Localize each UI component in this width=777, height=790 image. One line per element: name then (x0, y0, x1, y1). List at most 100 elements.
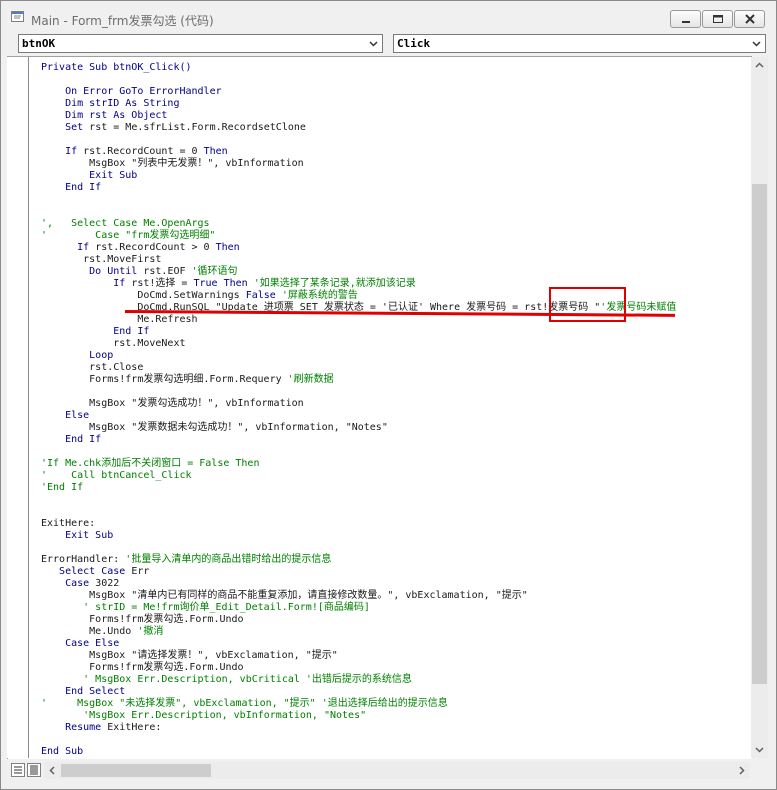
close-button[interactable] (734, 10, 765, 28)
code-token: rst.EOF (143, 266, 192, 277)
code-token: End If (41, 182, 102, 193)
code-line[interactable]: ErrorHandler: '批量导入清单内的商品出错时给出的提示信息 (41, 554, 331, 566)
object-combo[interactable]: btnOK (18, 34, 383, 53)
code-line[interactable]: 'MsgBox Err.Description, vbInformation, … (41, 710, 366, 722)
code-token: ' MsgBox "未选择发票", vbExclamation, "提示" '退… (41, 698, 448, 709)
code-line[interactable]: ExitHere: (41, 518, 95, 530)
horizontal-scroll-thumb[interactable] (61, 764, 211, 777)
code-token: rst.RecordCount > 0 (95, 242, 216, 253)
code-line[interactable]: Forms!frm发票勾选.Form.Undo (41, 662, 244, 674)
code-token: rst.MoveFirst (41, 254, 162, 265)
code-line[interactable]: Dim rst As Object (41, 110, 167, 122)
chevron-down-icon[interactable] (748, 35, 765, 52)
code-line[interactable]: Private Sub btnOK_Click() (41, 62, 192, 74)
code-line[interactable] (41, 506, 47, 518)
code-line[interactable] (41, 74, 47, 86)
code-line[interactable]: Me.Undo '撤消 (41, 626, 163, 638)
code-line[interactable]: Resume ExitHere: (41, 722, 161, 734)
code-line[interactable]: ' Call btnCancel_Click (41, 470, 192, 482)
code-line[interactable]: If rst.RecordCount = 0 Then (41, 146, 228, 158)
code-line[interactable]: DoCmd.SetWarnings False '屏蔽系统的警告 (41, 290, 358, 302)
minimize-button[interactable] (670, 10, 701, 28)
code-line[interactable]: ' Case "frm发票勾选明细" (41, 230, 215, 242)
full-module-view-icon[interactable] (27, 763, 41, 777)
code-line[interactable]: 'If Me.chk添加后不关闭窗口 = False Then (41, 458, 259, 470)
code-line[interactable]: If rst!选择 = True Then '如果选择了某条记录,就添加该记录 (41, 278, 416, 290)
code-line[interactable]: ' MsgBox "未选择发票", vbExclamation, "提示" '退… (41, 698, 448, 710)
code-token: 'If Me.chk添加后不关闭窗口 = False Then (41, 458, 260, 469)
code-token: ' MsgBox Err.Description, vbCritical '出错… (41, 674, 412, 685)
code-token: Forms!frm发票勾选明细.Form.Requery (41, 374, 288, 385)
code-line[interactable]: Dim strID As String (41, 98, 179, 110)
code-line[interactable]: End If (41, 434, 101, 446)
code-line[interactable]: MsgBox "发票勾选成功！", vbInformation (41, 398, 304, 410)
code-line[interactable]: Me.Refresh (41, 314, 197, 326)
code-line[interactable]: If rst.RecordCount > 0 Then (41, 242, 240, 254)
scroll-up-icon[interactable] (751, 57, 768, 74)
code-line[interactable]: Exit Sub (41, 170, 137, 182)
code-line[interactable]: MsgBox "清单内已有同样的商品不能重复添加，请直接修改数量。", vbEx… (41, 590, 528, 602)
code-line[interactable]: End If (41, 182, 101, 194)
code-line[interactable]: rst.Close (41, 362, 143, 374)
code-line[interactable] (41, 494, 47, 506)
vertical-scrollbar[interactable] (751, 57, 768, 758)
title-bar[interactable]: Main - Form_frm发票勾选 (代码) (1, 1, 776, 31)
object-combo-value: btnOK (22, 37, 56, 50)
code-line[interactable]: ' MsgBox Err.Description, vbCritical '出错… (41, 674, 412, 686)
code-line[interactable]: Else (41, 410, 89, 422)
chevron-down-icon[interactable] (365, 35, 382, 52)
vertical-scroll-thumb[interactable] (752, 184, 767, 684)
code-token: 'MsgBox Err.Description, vbInformation, … (41, 710, 367, 721)
code-line[interactable]: Loop (41, 350, 113, 362)
code-line[interactable]: rst.MoveNext (41, 338, 185, 350)
code-line[interactable]: Set rst = Me.sfrList.Form.RecordsetClone (41, 122, 306, 134)
code-token: MsgBox "列表中无发票！", vbInformation (41, 158, 304, 169)
code-line[interactable]: Forms!frm发票勾选.Form.Undo (41, 614, 243, 626)
code-token: End Select (41, 686, 126, 697)
code-line[interactable]: Exit Sub (41, 530, 113, 542)
code-line[interactable]: End Sub (41, 746, 83, 758)
procedure-combo[interactable]: Click (393, 34, 766, 53)
horizontal-scrollbar[interactable] (44, 762, 750, 779)
code-line[interactable]: Case Else (41, 638, 119, 650)
code-line[interactable]: 'End If (41, 482, 83, 494)
code-line[interactable] (41, 734, 47, 746)
code-line[interactable] (41, 446, 47, 458)
code-line[interactable] (41, 206, 47, 218)
code-token: ' strID = Me!frm询价单_Edit_Detail.Form![商品… (41, 602, 370, 613)
margin-indicator-bar[interactable] (7, 57, 29, 758)
code-line[interactable]: ', Select Case Me.OpenArgs (41, 218, 210, 230)
restore-button[interactable] (702, 10, 733, 28)
scroll-left-icon[interactable] (44, 762, 61, 779)
code-token: Private Sub btnOK_Click() (41, 62, 192, 73)
code-line[interactable]: End If (41, 326, 149, 338)
code-token: Do Until (41, 266, 144, 277)
code-line[interactable]: Do Until rst.EOF '循环语句 (41, 266, 237, 278)
code-line[interactable]: Forms!frm发票勾选明细.Form.Requery '刷新数据 (41, 374, 334, 386)
scroll-right-icon[interactable] (733, 762, 750, 779)
code-line[interactable]: Case 3022 (41, 578, 119, 590)
code-token: End If (41, 434, 102, 445)
code-line[interactable]: On Error GoTo ErrorHandler (41, 86, 222, 98)
code-line[interactable]: rst.MoveFirst (41, 254, 161, 266)
close-icon (745, 14, 755, 24)
code-line[interactable]: Select Case Err (41, 566, 149, 578)
code-token: '批量导入清单内的商品出错时给出的提示信息 (125, 554, 332, 565)
window-title: Main - Form_frm发票勾选 (代码) (31, 14, 214, 28)
code-token: Forms!frm发票勾选.Form.Undo (41, 662, 244, 673)
code-token: If (41, 242, 96, 253)
code-line[interactable]: MsgBox "列表中无发票！", vbInformation (41, 158, 304, 170)
code-line[interactable]: End Select (41, 686, 125, 698)
code-line[interactable] (41, 194, 47, 206)
procedure-view-icon[interactable] (11, 763, 25, 777)
code-line[interactable]: MsgBox "请选择发票！", vbExclamation, "提示" (41, 650, 338, 662)
restore-icon (713, 15, 723, 23)
code-token: MsgBox "发票勾选成功！", vbInformation (41, 398, 304, 409)
code-line[interactable]: ' strID = Me!frm询价单_Edit_Detail.Form![商品… (41, 602, 370, 614)
code-line[interactable]: MsgBox "发票数据未勾选成功！", vbInformation, "Not… (41, 422, 388, 434)
code-token: rst.RecordCount = 0 (83, 146, 204, 157)
code-line[interactable] (41, 134, 47, 146)
scroll-down-icon[interactable] (751, 741, 768, 758)
code-line[interactable] (41, 386, 47, 398)
code-line[interactable] (41, 542, 47, 554)
